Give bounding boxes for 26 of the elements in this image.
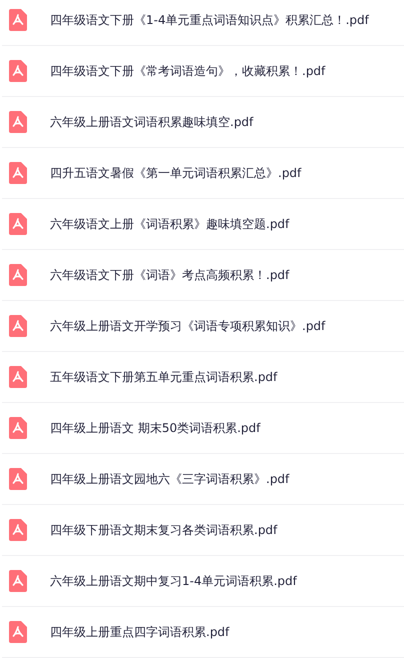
pdf-icon	[9, 315, 27, 337]
pdf-icon	[9, 366, 27, 388]
file-name[interactable]: 四升五语文暑假《第一单元词语积累汇总》.pdf	[50, 164, 302, 182]
pdf-icon	[9, 417, 27, 439]
file-name[interactable]: 四年级语文下册《常考词语造句》，收藏积累！.pdf	[50, 62, 326, 80]
pdf-icon	[9, 60, 27, 82]
file-name[interactable]: 四年级上册重点四字词语积累.pdf	[50, 624, 230, 640]
file-name[interactable]: 四年级上册语文 期末50类词语积累.pdf	[50, 420, 260, 436]
file-name[interactable]: 四年级下册语文期末复习各类词语积累.pdf	[50, 522, 278, 538]
file-name[interactable]: 六年级上册语文词语积累趣味填空.pdf	[50, 114, 254, 130]
file-name[interactable]: 四年级语文下册《1-4单元重点词语知识点》积累汇总！.pdf	[50, 12, 369, 28]
file-name[interactable]: 六年级上册语文期中复习1-4单元词语积累.pdf	[50, 572, 297, 590]
file-name[interactable]: 六年级语文下册《词语》考点高频积累！.pdf	[50, 266, 290, 284]
file-name[interactable]: 五年级语文下册第五单元重点词语积累.pdf	[50, 368, 278, 386]
file-name[interactable]: 六年级语文上册《词语积累》趣味填空题.pdf	[50, 216, 290, 232]
pdf-icon	[9, 162, 27, 184]
pdf-icon	[9, 111, 27, 133]
pdf-icon	[9, 468, 27, 490]
pdf-icon	[9, 264, 27, 286]
file-name[interactable]: 六年级上册语文开学预习《词语专项积累知识》.pdf	[50, 318, 326, 334]
pdf-icon	[9, 213, 27, 235]
pdf-icon	[9, 9, 27, 31]
pdf-icon	[9, 621, 27, 643]
pdf-icon	[9, 519, 27, 541]
pdf-icon	[9, 570, 27, 592]
file-name[interactable]: 四年级上册语文园地六《三字词语积累》.pdf	[50, 470, 290, 488]
